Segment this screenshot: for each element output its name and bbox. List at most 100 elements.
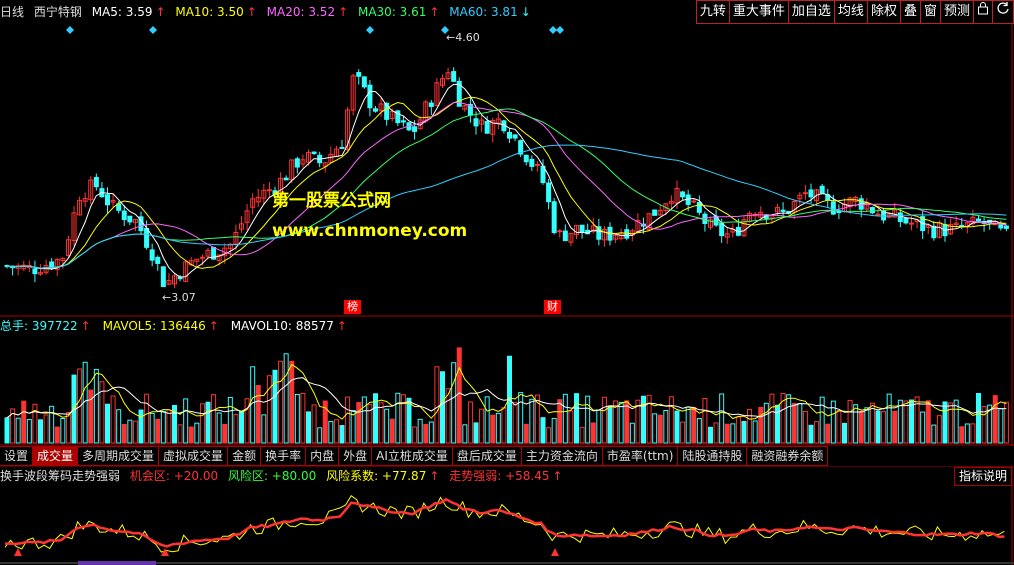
candle-body bbox=[1003, 225, 1009, 229]
volume-bar bbox=[384, 408, 390, 444]
volume-bar bbox=[998, 408, 1004, 444]
candle-body bbox=[373, 108, 378, 112]
arrow-up-icon: ↑ bbox=[80, 319, 91, 333]
volume-bar bbox=[730, 423, 736, 444]
mavol10-label: MAVOL10: 88577 ↑ bbox=[230, 319, 347, 333]
ma60-line bbox=[6, 144, 1007, 269]
volume-bar bbox=[886, 393, 892, 444]
volume-bar bbox=[406, 397, 412, 444]
volume-bar bbox=[278, 360, 284, 444]
volume-bar bbox=[345, 396, 351, 444]
tab-outer-volume[interactable]: 外盘 bbox=[338, 446, 373, 466]
volume-bar bbox=[54, 426, 60, 444]
volume-bar bbox=[132, 420, 138, 444]
volume-bar bbox=[942, 401, 948, 444]
volume-bar bbox=[177, 424, 183, 444]
volume-bar bbox=[149, 412, 155, 444]
volume-bar bbox=[266, 375, 272, 444]
volume-bar bbox=[116, 409, 122, 444]
volume-bar bbox=[216, 412, 222, 444]
volume-bar bbox=[775, 404, 780, 444]
volume-bar bbox=[356, 402, 362, 444]
tab-settings[interactable]: 设置 bbox=[0, 446, 34, 466]
volume-bar bbox=[4, 417, 10, 444]
tab-volume[interactable]: 成交量 bbox=[32, 446, 79, 466]
candle-body bbox=[652, 209, 658, 216]
volume-bar bbox=[836, 410, 842, 444]
volume-bar bbox=[741, 420, 747, 444]
ma30-line bbox=[6, 108, 1007, 269]
volume-bar bbox=[412, 426, 418, 444]
tab-turnover[interactable]: 换手率 bbox=[260, 446, 307, 466]
volume-bar bbox=[188, 426, 194, 444]
candle-body bbox=[155, 256, 161, 264]
volume-bar bbox=[328, 420, 334, 444]
tab-pe-ratio[interactable]: 市盈率(ttm) bbox=[601, 446, 679, 466]
volume-bar bbox=[691, 406, 697, 444]
volume-bar bbox=[155, 418, 161, 444]
tab-main-capital-flow[interactable]: 主力资金流向 bbox=[520, 446, 603, 466]
total-volume-label: 总手: 397722 ↑ bbox=[0, 319, 91, 333]
volume-bar bbox=[702, 397, 708, 444]
volume-bar bbox=[479, 408, 485, 444]
timeline-highlight bbox=[78, 561, 156, 565]
volume-bar bbox=[60, 417, 66, 444]
candle-body bbox=[976, 218, 981, 222]
candle-body bbox=[356, 72, 362, 77]
candle-body bbox=[998, 224, 1004, 229]
volume-bar bbox=[110, 395, 116, 444]
candle-body bbox=[484, 120, 490, 134]
volume-bar bbox=[272, 369, 278, 444]
tab-margin-balance[interactable]: 融资融券余额 bbox=[746, 446, 829, 466]
price-pointer-icon: ← bbox=[162, 291, 172, 304]
buy-signal-icon bbox=[14, 548, 22, 556]
volume-bar bbox=[38, 419, 43, 444]
volume-bar bbox=[909, 399, 914, 444]
volume-bar bbox=[138, 409, 144, 444]
candle-body bbox=[93, 177, 99, 188]
tab-after-hours-volume[interactable]: 盘后成交量 bbox=[451, 446, 522, 466]
volume-bar bbox=[551, 417, 557, 444]
tab-ai-volume[interactable]: AI立桩成交量 bbox=[371, 446, 453, 466]
volume-bar bbox=[400, 394, 406, 444]
volume-bar bbox=[467, 401, 473, 444]
volume-bar bbox=[853, 404, 859, 444]
volume-bar bbox=[194, 422, 200, 444]
volume-bar bbox=[166, 409, 172, 444]
volume-bar bbox=[763, 402, 769, 444]
ranking-tag[interactable]: 榜 bbox=[344, 300, 361, 314]
event-diamond-icon bbox=[366, 26, 374, 34]
volume-bar bbox=[892, 410, 898, 444]
candle-body bbox=[719, 223, 725, 237]
volume-bar bbox=[825, 423, 831, 444]
volume-bar bbox=[501, 407, 507, 444]
tab-hk-connect-holdings[interactable]: 陆股通持股 bbox=[677, 446, 748, 466]
volume-bar bbox=[579, 426, 585, 444]
volume-bar bbox=[568, 410, 574, 444]
volume-bar bbox=[747, 409, 753, 444]
volume-bar bbox=[160, 410, 166, 444]
buy-signal-icon bbox=[551, 548, 559, 556]
low-price-label: ←3.07 bbox=[162, 291, 196, 304]
finance-tag[interactable]: 财 bbox=[544, 300, 561, 314]
tab-virtual-volume[interactable]: 虚拟成交量 bbox=[158, 446, 229, 466]
candle-body bbox=[909, 222, 914, 225]
volume-bar bbox=[959, 426, 965, 444]
tab-inner-volume[interactable]: 内盘 bbox=[305, 446, 340, 466]
volume-bar bbox=[378, 402, 384, 444]
volume-bar bbox=[428, 421, 434, 444]
candle-body bbox=[523, 154, 529, 163]
tab-amount[interactable]: 金额 bbox=[227, 446, 262, 466]
volume-bar bbox=[808, 424, 814, 444]
indicator-help-button[interactable]: 指标说明 bbox=[953, 467, 1012, 486]
candle-body bbox=[551, 201, 557, 233]
volume-bar bbox=[680, 421, 686, 444]
volume-bar bbox=[211, 394, 217, 444]
candle-body bbox=[412, 126, 418, 132]
volume-bar bbox=[925, 400, 931, 444]
volume-bar bbox=[205, 401, 211, 444]
tab-multi-period-volume[interactable]: 多周期成交量 bbox=[77, 446, 160, 466]
price-pointer-icon: ← bbox=[446, 31, 456, 44]
volume-bar bbox=[585, 395, 591, 444]
candle-body bbox=[702, 213, 708, 225]
